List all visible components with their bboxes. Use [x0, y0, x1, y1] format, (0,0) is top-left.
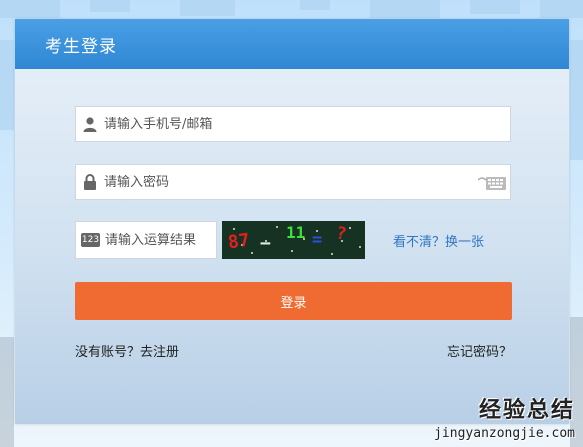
site-watermark: 经验总结 jingyanzongjie.com [434, 392, 575, 441]
captcha-image[interactable]: 87 − 11 = ? [222, 221, 365, 259]
captcha-num1: 87 [226, 229, 252, 254]
captcha-num2: 11 [286, 223, 306, 242]
phone-email-input[interactable] [104, 116, 464, 132]
lock-icon [76, 174, 104, 190]
calc-field[interactable]: 123 [75, 221, 217, 259]
login-button[interactable]: 登录 [75, 282, 512, 320]
forgot-password-link[interactable]: 忘记密码？ [447, 341, 512, 360]
calculator-badge-icon: 123 [81, 233, 100, 247]
captcha-equals: = [312, 230, 323, 250]
password-input[interactable] [104, 174, 464, 190]
captcha-operator: − [260, 233, 271, 254]
phone-email-field[interactable] [75, 106, 511, 142]
calc-input[interactable] [105, 232, 213, 248]
keyboard-icon[interactable] [477, 175, 506, 194]
login-panel: 考生登录 请输入手机号/邮箱 123 请输入运算结果 87 − 11 = ? 看… [15, 19, 569, 424]
panel-header: 考生登录 [15, 19, 569, 69]
watermark-url: jingyanzongjie.com [434, 426, 575, 441]
refresh-captcha-link[interactable]: 看不清？换一张 [393, 231, 484, 250]
password-field[interactable] [75, 164, 511, 200]
user-icon [76, 116, 104, 132]
watermark-title: 经验总结 [478, 398, 575, 423]
panel-title: 考生登录 [45, 36, 117, 57]
register-link[interactable]: 没有账号？去注册 [75, 341, 179, 360]
